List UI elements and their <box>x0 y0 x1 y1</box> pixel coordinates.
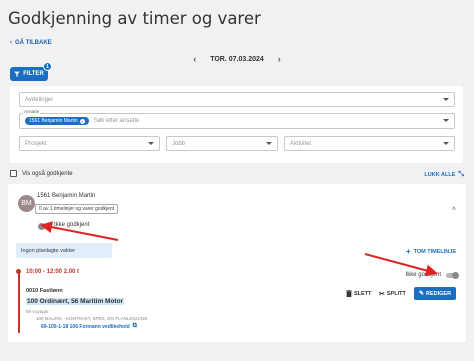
department-placeholder: Avdelinger <box>25 96 54 103</box>
external-link-icon: ⧉ <box>132 323 137 329</box>
toggle-knob <box>452 272 459 279</box>
collapse-all-label: LUKK ALLE <box>424 172 456 178</box>
job-placeholder: Jobb <box>172 140 186 147</box>
employee-approve-label: Ikke godkjent <box>54 222 90 228</box>
work-order-link[interactable]: 69-100-1-18 106 Formann vedlikehold ⧉ <box>41 323 137 330</box>
page-title: Godkjenning av timer og varer <box>8 9 261 28</box>
collapse-arrows-icon: ⤡ <box>458 171 464 178</box>
filter-button-label: FILTER <box>23 71 44 77</box>
entry-time: 10:00 - 12:00 2.00 t <box>26 269 80 275</box>
collapse-all-button[interactable]: LUKK ALLE ⤡ <box>424 171 464 179</box>
toggle-knob <box>38 223 45 230</box>
chevron-down-icon <box>266 142 272 145</box>
filter-button[interactable]: FILTER 1 <box>10 62 52 81</box>
delete-label: SLETT <box>354 290 372 297</box>
add-empty-line-label: TOM TIMELINJE <box>413 248 456 255</box>
chevron-down-icon <box>443 98 449 101</box>
entry-order-text: 100 Ordinært, 56 Maritim Motor <box>26 298 125 305</box>
split-button[interactable]: ✂ SPLITT <box>379 290 406 298</box>
remove-chip-icon[interactable]: × <box>79 118 85 124</box>
employee-approve-toggle[interactable] <box>38 223 51 230</box>
filter-panel: Avdelinger 1561 Benjamin Martin × Søk et… <box>10 86 463 163</box>
entry-approve-label: Ikke godkjent <box>405 272 441 278</box>
chevron-up-icon[interactable]: ˄ <box>452 206 456 213</box>
activity-placeholder: Aktivitet <box>290 140 312 147</box>
job-select[interactable]: Jobb <box>166 136 278 151</box>
back-link-label: GÅ TILBAKE <box>15 40 52 46</box>
delete-button[interactable]: SLETT <box>346 290 371 297</box>
date-navigator: ‹ TOR. 07.03.2024 › <box>0 54 474 64</box>
show-approved-label: Vis også godkjente <box>22 170 73 177</box>
back-link[interactable]: ‹ GÅ TILBAKE <box>10 40 52 46</box>
add-empty-line-button[interactable]: + TOM TIMELINJE <box>406 247 456 256</box>
show-approved-option[interactable]: Vis også godkjente <box>10 170 73 177</box>
chevron-down-icon <box>443 119 449 122</box>
employee-name: 1561 Benjamin Martin <box>37 193 96 199</box>
project-placeholder: Prosjekt <box>25 140 47 147</box>
department-select[interactable]: Avdelinger <box>19 92 455 107</box>
filter-count-badge: 1 <box>43 62 52 71</box>
avatar: BM <box>18 195 35 212</box>
entry-wage-type: 0010 Fastlønn <box>26 288 63 294</box>
split-label: SPLITT <box>386 291 406 297</box>
plus-icon: + <box>405 247 411 256</box>
entry-category: 100 MALING - KONTRAKT, SPES. OG PLANLEGG… <box>36 316 148 321</box>
employee-chip-label: 1561 Benjamin Martin <box>29 118 78 124</box>
entry-voyage: 69 Voyager <box>26 309 49 314</box>
entry-accent-bar <box>18 271 20 333</box>
scissors-icon: ✂ <box>379 291 385 298</box>
approval-status-badge: 0 av 1 timelinjer og varer godkjent <box>35 204 119 214</box>
entry-order: 100 Ordinært, 56 Maritim Motor <box>26 298 125 305</box>
entry-approve-toggle[interactable] <box>446 272 459 279</box>
edit-button[interactable]: ✎ REDIGER <box>414 287 456 300</box>
show-approved-checkbox[interactable] <box>10 170 17 177</box>
project-select[interactable]: Prosjekt <box>19 136 160 151</box>
chevron-down-icon <box>443 142 449 145</box>
chevron-left-icon: ‹ <box>10 40 12 46</box>
edit-icon: ✎ <box>418 291 424 297</box>
employee-field-label: Ansatte <box>23 109 41 114</box>
no-shifts-info: Ingon planlagte vakter <box>16 243 112 258</box>
work-order-label: 69-100-1-18 106 Formann vedlikehold <box>41 323 130 330</box>
chevron-down-icon <box>148 142 154 145</box>
edit-label: REDIGER <box>425 290 452 297</box>
next-day-button[interactable]: › <box>278 54 281 64</box>
employee-card: BM 1561 Benjamin Martin 0 av 1 timelinje… <box>8 184 466 342</box>
previous-day-button[interactable]: ‹ <box>193 54 196 64</box>
employee-search-placeholder: Søk etter ansatte <box>93 118 140 124</box>
activity-select[interactable]: Aktivitet <box>284 136 455 151</box>
current-date: TOR. 07.03.2024 <box>210 55 264 63</box>
filter-icon <box>14 71 21 77</box>
employee-chip[interactable]: 1561 Benjamin Martin × <box>25 117 89 125</box>
trash-icon <box>346 290 352 297</box>
employee-select[interactable]: 1561 Benjamin Martin × Søk etter ansatte <box>19 113 455 129</box>
